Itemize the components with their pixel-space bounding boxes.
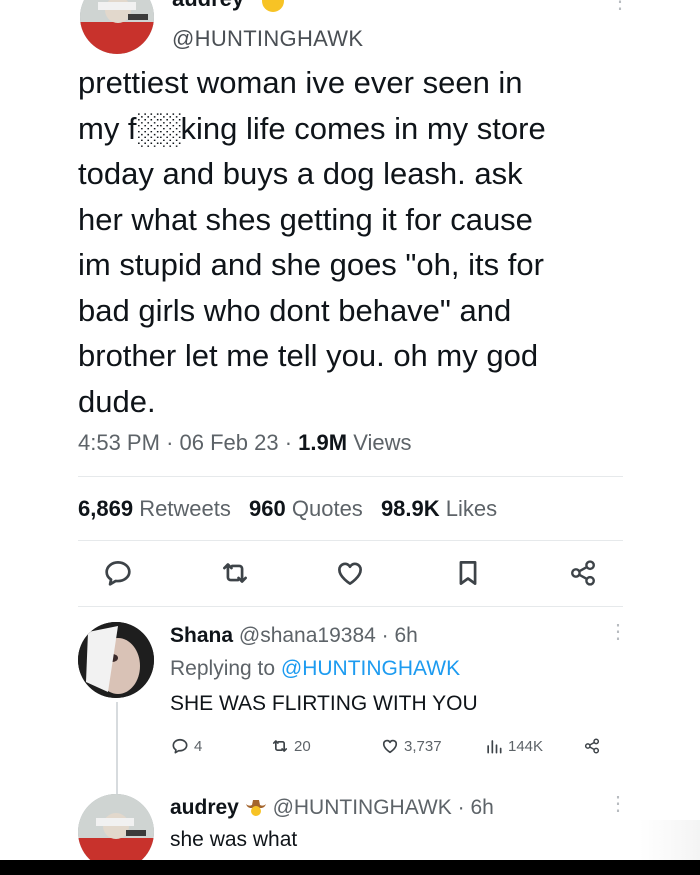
tweet-time: 4:53 PM bbox=[78, 430, 160, 455]
reply-retweet-button[interactable]: 20 bbox=[270, 736, 311, 756]
more-icon[interactable]: ⋮ bbox=[608, 794, 628, 814]
tweet-meta: 4:53 PM · 06 Feb 23 · 1.9M Views bbox=[78, 430, 412, 456]
share-icon bbox=[584, 738, 600, 754]
engagement-stats: 6,869 Retweets 960 Quotes 98.9K Likes bbox=[78, 496, 497, 522]
reply-header: audrey @HUNTINGHAWK · 6h bbox=[170, 796, 494, 820]
bookmark-icon bbox=[459, 561, 477, 585]
main-author-avatar[interactable] bbox=[80, 0, 154, 54]
reply-share-button[interactable] bbox=[582, 736, 602, 756]
divider bbox=[78, 476, 623, 477]
like-icon bbox=[382, 739, 398, 754]
bookmark-button[interactable] bbox=[451, 556, 485, 590]
retweets-stat[interactable]: 6,869 Retweets bbox=[78, 496, 231, 521]
reply-count: 4 bbox=[194, 737, 203, 755]
reply-author-handle[interactable]: @HUNTINGHAWK bbox=[273, 796, 452, 819]
reply-author-name[interactable]: Shana bbox=[170, 624, 233, 647]
reply-reply-button[interactable]: 4 bbox=[170, 736, 202, 756]
tweet-text: prettiest woman ive ever seen in my f░░k… bbox=[78, 65, 546, 419]
meta-separator: · bbox=[166, 430, 174, 455]
views-label: Views bbox=[353, 430, 412, 455]
share-icon bbox=[571, 560, 595, 586]
reply-icon bbox=[105, 561, 131, 586]
retweet-count: 20 bbox=[294, 737, 311, 755]
quotes-stat[interactable]: 960 Quotes bbox=[249, 496, 363, 521]
avatar-image bbox=[80, 0, 154, 54]
retweets-count: 6,869 bbox=[78, 496, 134, 521]
meta-separator: · bbox=[457, 796, 465, 819]
divider bbox=[78, 540, 623, 541]
meta-separator: · bbox=[284, 430, 293, 455]
reply-icon bbox=[172, 738, 188, 754]
retweet-icon bbox=[272, 740, 288, 752]
reply-text: she was what bbox=[170, 828, 298, 851]
retweet-icon bbox=[223, 563, 247, 583]
reply-header: Shana @shana19384 · 6h bbox=[170, 624, 418, 648]
likes-count: 98.9K bbox=[380, 496, 440, 521]
views-count: 144K bbox=[508, 737, 544, 755]
divider bbox=[78, 606, 623, 607]
retweet-button[interactable] bbox=[218, 556, 252, 590]
quotes-label: Quotes bbox=[291, 496, 363, 521]
replying-to-handle[interactable]: @HUNTINGHAWK bbox=[281, 657, 460, 680]
reply-author-name[interactable]: audrey bbox=[170, 796, 239, 819]
reply-author-avatar[interactable] bbox=[78, 622, 154, 698]
share-button[interactable] bbox=[566, 556, 600, 590]
replying-to: Replying to @HUNTINGHAWK bbox=[170, 657, 460, 681]
tweet-date: 06 Feb 23 bbox=[179, 430, 279, 455]
like-button[interactable] bbox=[333, 556, 367, 590]
avatar-image bbox=[78, 794, 154, 870]
reply-age: 6h bbox=[394, 624, 418, 647]
more-icon[interactable]: ⋮ bbox=[608, 622, 628, 642]
main-author-handle[interactable]: @HUNTINGHAWK bbox=[172, 26, 363, 52]
bottom-fade bbox=[640, 820, 700, 860]
reply-button[interactable] bbox=[101, 556, 135, 590]
main-author-name[interactable]: audrey bbox=[172, 0, 244, 12]
reply-views-button[interactable]: 144K bbox=[484, 736, 543, 756]
bottom-bar bbox=[0, 860, 700, 875]
smile-emoji-icon bbox=[262, 0, 284, 12]
avatar-image bbox=[78, 622, 154, 698]
more-icon[interactable]: ⋮ bbox=[610, 0, 630, 12]
reply-age: 6h bbox=[470, 796, 494, 819]
cowboy-emoji-icon bbox=[245, 798, 267, 816]
like-icon bbox=[338, 562, 362, 585]
thread-line bbox=[116, 702, 118, 794]
views-count: 1.9M bbox=[298, 430, 348, 455]
retweets-label: Retweets bbox=[139, 496, 231, 521]
reply-text: SHE WAS FLIRTING WITH YOU bbox=[170, 692, 478, 715]
reply-author-avatar[interactable] bbox=[78, 794, 154, 870]
reply-like-button[interactable]: 3,737 bbox=[380, 736, 442, 756]
quotes-count: 960 bbox=[249, 496, 286, 521]
meta-separator: · bbox=[381, 624, 389, 647]
likes-label: Likes bbox=[445, 496, 498, 521]
views-icon bbox=[487, 740, 502, 754]
reply-author-handle[interactable]: @shana19384 bbox=[239, 624, 376, 647]
replying-label: Replying to bbox=[170, 657, 276, 680]
like-count: 3,737 bbox=[404, 737, 442, 755]
likes-stat[interactable]: 98.9K Likes bbox=[381, 496, 497, 521]
